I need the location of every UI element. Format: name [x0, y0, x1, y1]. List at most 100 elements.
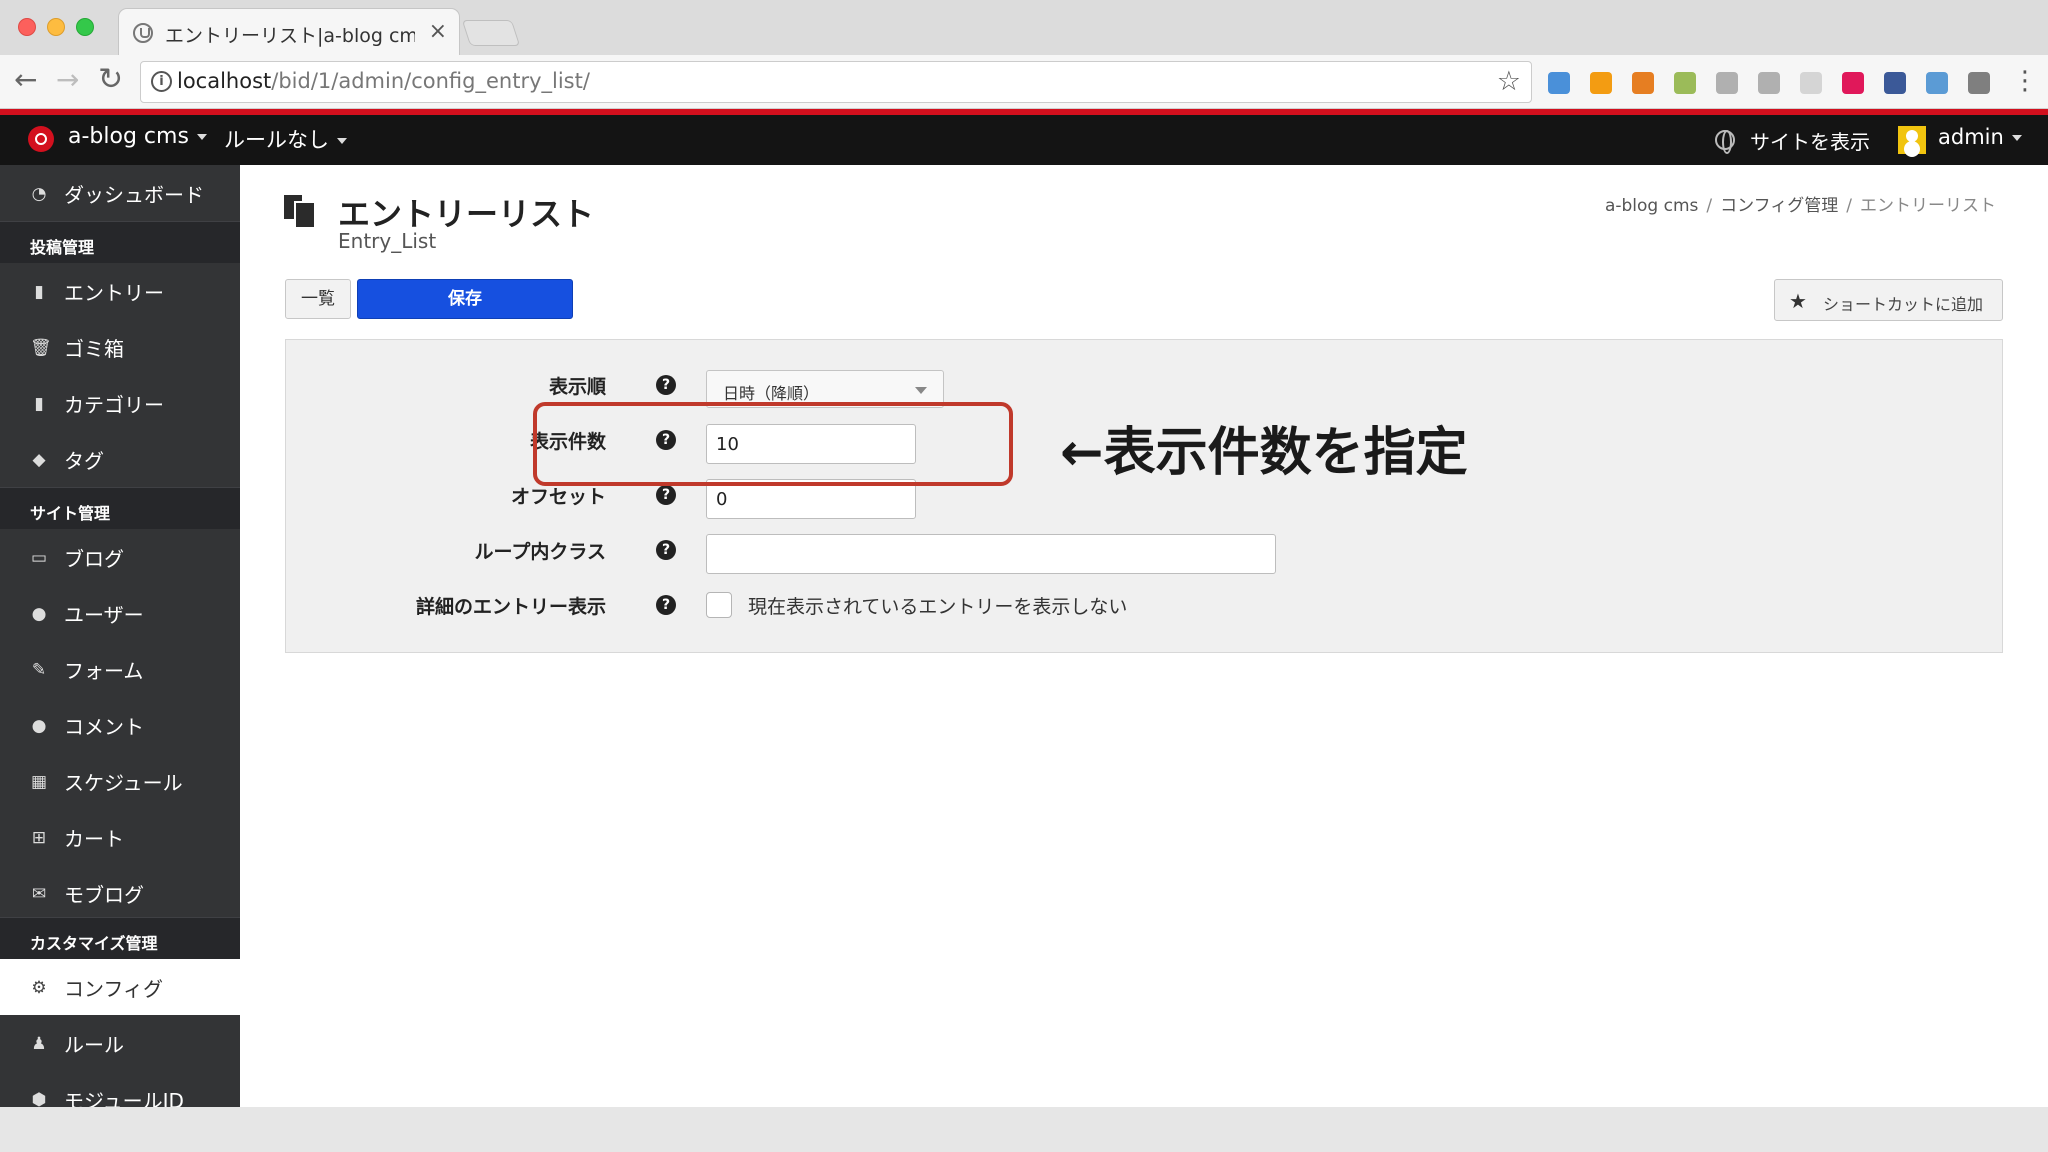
- breadcrumb-item[interactable]: a-blog cms: [1605, 196, 1698, 216]
- back-arrow-icon[interactable]: ←: [14, 65, 37, 95]
- sidebar-item-label: ダッシュボード: [64, 183, 204, 207]
- rule-menu[interactable]: ルールなし: [224, 124, 347, 154]
- config-form-panel: 表示順 ? 日時（降順） 表示件数 ? 10 オフセット ? 0 ループ内クラス…: [285, 339, 2003, 653]
- avatar[interactable]: [1898, 126, 1926, 154]
- sidebar-item-label: カテゴリー: [64, 393, 164, 417]
- sidebar-item-blog[interactable]: ▭ ブログ: [0, 529, 240, 585]
- user-icon: ●: [31, 604, 47, 624]
- chevron-down-icon: [915, 387, 927, 394]
- view-site-link[interactable]: サイトを表示: [1750, 126, 1870, 155]
- translate-ext-icon[interactable]: [1548, 72, 1570, 94]
- favicon-icon: [133, 23, 153, 43]
- sidebar-item-trash[interactable]: 🗑 ゴミ箱: [0, 319, 240, 375]
- help-icon[interactable]: ?: [656, 595, 676, 615]
- address-bar[interactable]: i localhost/bid/1/admin/config_entry_lis…: [140, 61, 1532, 103]
- list-button[interactable]: 一覧: [285, 279, 351, 319]
- section-title: 投稿管理: [30, 238, 95, 257]
- sidebar-item-moblog[interactable]: ✉ モブログ: [0, 865, 240, 921]
- new-tab-button[interactable]: [461, 20, 521, 46]
- sidebar-item-category[interactable]: ▮ カテゴリー: [0, 375, 240, 431]
- cart-icon: ⊞: [31, 828, 47, 848]
- brand-menu[interactable]: a-blog cms: [68, 124, 207, 149]
- breadcrumb-item[interactable]: コンフィグ管理: [1720, 196, 1838, 216]
- sidebar-item-label: フォーム: [64, 659, 144, 683]
- add-shortcut-button[interactable]: ★ ショートカットに追加: [1774, 279, 2003, 321]
- sidebar-item-form[interactable]: ✎ フォーム: [0, 641, 240, 697]
- sidebar-item-entry[interactable]: ▮ エントリー: [0, 263, 240, 319]
- hide-current-entry-checkbox[interactable]: [706, 592, 732, 618]
- close-window-button[interactable]: [18, 18, 36, 36]
- sidebar-section-posts: 投稿管理: [0, 221, 240, 263]
- inbox-icon: ▭: [30, 548, 48, 568]
- main-content: エントリーリスト Entry_List a-blog cms / コンフィグ管理 / エ…: [240, 165, 2048, 1107]
- breadcrumb-separator: /: [1706, 196, 1713, 216]
- form-icon: ✎: [31, 660, 47, 680]
- sidebar-item-label: タグ: [64, 449, 104, 473]
- blank-ext-icon[interactable]: [1800, 72, 1822, 94]
- browser-tab[interactable]: エントリーリスト|a-blog cms|管理 ×: [118, 8, 460, 55]
- calendar-icon: ▦: [30, 772, 48, 792]
- annotation-text: ←表示件数を指定: [1060, 423, 1468, 483]
- help-icon[interactable]: ?: [656, 540, 676, 560]
- order-label: 表示順: [548, 376, 606, 398]
- ablogcms-logo-icon: [28, 126, 54, 152]
- page-subtitle: Entry_List: [338, 229, 437, 253]
- sidebar-item-label: ユーザー: [64, 603, 144, 627]
- sidebar-item-rule[interactable]: ♟ ルール: [0, 1015, 240, 1071]
- sidebar-item-label: コメント: [64, 715, 144, 739]
- sidebar-item-user[interactable]: ● ユーザー: [0, 585, 240, 641]
- help-icon[interactable]: ?: [656, 485, 676, 505]
- sidebar-item-schedule[interactable]: ▦ スケジュール: [0, 753, 240, 809]
- window-ext-icon[interactable]: [1926, 72, 1948, 94]
- entry-icon: ▮: [34, 282, 44, 302]
- compass-ext-icon[interactable]: [1758, 72, 1780, 94]
- forward-arrow-icon[interactable]: →: [56, 65, 79, 95]
- help-icon[interactable]: ?: [656, 375, 676, 395]
- sidebar-item-label: スケジュール: [64, 771, 183, 795]
- cube-icon: ⬢: [31, 1090, 47, 1107]
- skype-ext-icon[interactable]: [1716, 72, 1738, 94]
- tab-title: エントリーリスト|a-blog cms|管理: [165, 25, 415, 47]
- sidebar-item-dashboard[interactable]: ◔ ダッシュボード: [0, 165, 240, 221]
- tag-icon: ◆: [32, 450, 46, 470]
- sidebar-item-label: モブログ: [64, 883, 144, 907]
- save-button[interactable]: 保存: [357, 279, 573, 319]
- site-info-icon[interactable]: i: [151, 71, 172, 92]
- puzzle-ext-icon[interactable]: [1968, 72, 1990, 94]
- sidebar-item-label: カート: [64, 827, 124, 851]
- sidebar-section-customize: カスタマイズ管理: [0, 917, 240, 959]
- minimize-window-button[interactable]: [47, 18, 65, 36]
- loop-class-label: ループ内クラス: [474, 541, 606, 563]
- chart-ext-icon[interactable]: [1590, 72, 1612, 94]
- url-text[interactable]: localhost/bid/1/admin/config_entry_list/: [177, 69, 590, 93]
- comment-icon: ●: [31, 716, 47, 736]
- color-wheel-ext-icon[interactable]: [1632, 72, 1654, 94]
- sidebar-item-label: モジュールID: [64, 1089, 184, 1107]
- category-icon: ▮: [34, 394, 44, 414]
- sidebar-item-module-id[interactable]: ⬢ モジュールID: [0, 1071, 240, 1107]
- section-title: サイト管理: [30, 504, 111, 523]
- loop-class-input[interactable]: [706, 534, 1276, 574]
- sidebar-item-cart[interactable]: ⊞ カート: [0, 809, 240, 865]
- offset-label: オフセット: [510, 486, 606, 508]
- tab-close-icon[interactable]: ×: [429, 19, 447, 44]
- maximize-window-button[interactable]: [76, 18, 94, 36]
- caret-down-icon: [2011, 135, 2022, 141]
- hide-current-entry-label[interactable]: 現在表示されているエントリーを表示しない: [748, 592, 1127, 619]
- star-icon: ★: [1789, 289, 1807, 313]
- user-menu[interactable]: admin: [1938, 125, 2022, 149]
- brand-name: a-blog cms: [68, 124, 189, 149]
- sidebar-item-comment[interactable]: ● コメント: [0, 697, 240, 753]
- breadcrumb: a-blog cms / コンフィグ管理 / エントリーリスト: [1605, 191, 1996, 216]
- sidebar-item-config[interactable]: ⚙ コンフィグ: [0, 959, 240, 1015]
- globe-icon: [1715, 130, 1735, 154]
- sidebar-item-tag[interactable]: ◆ タグ: [0, 431, 240, 487]
- document-ext-icon[interactable]: [1674, 72, 1696, 94]
- record-ext-icon[interactable]: [1842, 72, 1864, 94]
- order-select-value: 日時（降順）: [723, 384, 820, 403]
- reload-icon[interactable]: ↻: [98, 65, 123, 95]
- bookmark-star-icon[interactable]: ☆: [1497, 66, 1521, 97]
- facebook-ext-icon[interactable]: [1884, 72, 1906, 94]
- annotation-highlight-box: [533, 402, 1013, 486]
- browser-menu-icon[interactable]: ⋮: [2012, 66, 2038, 96]
